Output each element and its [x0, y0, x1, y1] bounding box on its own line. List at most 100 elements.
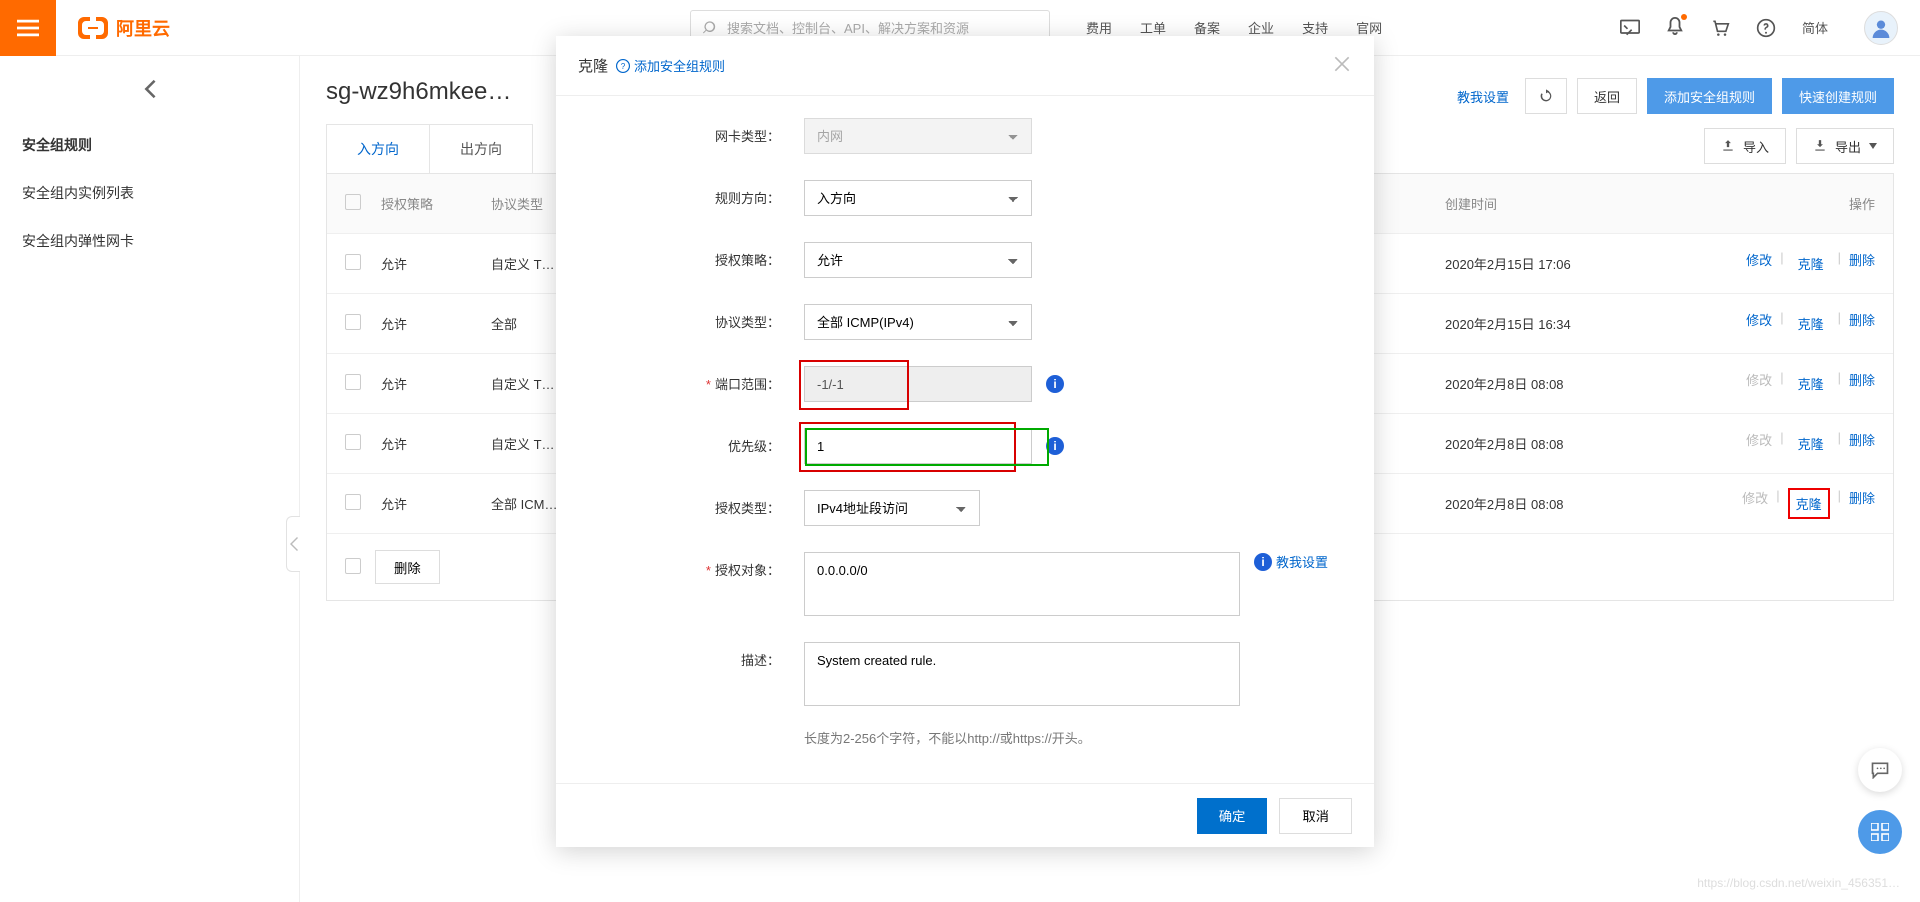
sidebar: 安全组规则 安全组内实例列表 安全组内弹性网卡	[0, 56, 300, 902]
protocol-select[interactable]: 全部 ICMP(IPv4)	[804, 304, 1032, 340]
modal-cancel-button[interactable]: 取消	[1279, 798, 1352, 834]
row-checkbox[interactable]	[345, 374, 361, 390]
refresh-icon	[1538, 88, 1554, 104]
help-icon[interactable]	[1756, 18, 1776, 38]
nav-official[interactable]: 官网	[1356, 18, 1382, 37]
port-info-icon[interactable]: i	[1046, 375, 1064, 393]
console-icon[interactable]	[1620, 19, 1640, 37]
row-modify-link: 修改	[1746, 370, 1772, 397]
col-created: 创建时间	[1445, 194, 1675, 213]
auth-object-textarea[interactable]: 0.0.0.0/0	[804, 552, 1240, 616]
quick-create-button[interactable]: 快速创建规则	[1782, 78, 1894, 114]
direction-select[interactable]: 入方向	[804, 180, 1032, 216]
row-delete-link[interactable]: 删除	[1849, 488, 1875, 519]
refresh-button[interactable]	[1525, 78, 1567, 114]
row-delete-link[interactable]: 删除	[1849, 430, 1875, 457]
import-button[interactable]: 导入	[1704, 128, 1786, 164]
auth-obj-teach-label: 教我设置	[1276, 552, 1328, 571]
col-ops-label: 操作	[1849, 194, 1875, 213]
modal-help-link[interactable]: ? 添加安全组规则	[616, 56, 725, 75]
select-all-bottom-checkbox[interactable]	[345, 558, 361, 574]
caret-down-icon	[1869, 143, 1877, 149]
row-modify-link: 修改	[1746, 430, 1772, 457]
nic-select: 内网	[804, 118, 1032, 154]
export-label: 导出	[1835, 137, 1861, 156]
row-clone-link[interactable]: 克隆	[1792, 430, 1830, 457]
row-modify-link[interactable]: 修改	[1746, 310, 1772, 337]
label-protocol: 协议类型：	[592, 304, 780, 331]
row-checkbox[interactable]	[345, 434, 361, 450]
cell-created: 2020年2月15日 17:06	[1445, 254, 1675, 273]
grid-icon	[1871, 823, 1889, 841]
priority-input[interactable]	[804, 428, 1032, 464]
auth-obj-teach-link[interactable]: i教我设置	[1254, 552, 1328, 571]
port-range-input	[804, 366, 1032, 402]
chat-icon	[1870, 761, 1890, 779]
row-clone-link[interactable]: 克隆	[1792, 310, 1830, 337]
auth-policy-select[interactable]: 允许	[804, 242, 1032, 278]
cell-auth: 允许	[381, 374, 491, 393]
nav-icp[interactable]: 备案	[1194, 18, 1220, 37]
notification-button[interactable]	[1666, 16, 1684, 39]
cell-auth: 允许	[381, 434, 491, 453]
priority-info-icon[interactable]: i	[1046, 437, 1064, 455]
modal-help-label: 添加安全组规则	[634, 56, 725, 75]
sidebar-item-eni[interactable]: 安全组内弹性网卡	[0, 217, 299, 265]
row-checkbox[interactable]	[345, 254, 361, 270]
row-clone-link[interactable]: 克隆	[1792, 370, 1830, 397]
hamburger-button[interactable]	[0, 0, 56, 56]
sidebar-collapse[interactable]	[286, 516, 300, 572]
row-checkbox[interactable]	[345, 494, 361, 510]
row-checkbox[interactable]	[345, 314, 361, 330]
search-icon	[703, 20, 719, 36]
chat-floating-button[interactable]	[1858, 748, 1902, 792]
label-priority: 优先级：	[592, 428, 780, 455]
label-auth-obj-text: 授权对象：	[715, 563, 780, 578]
select-all-checkbox[interactable]	[345, 194, 361, 210]
modal-ok-button[interactable]: 确定	[1197, 798, 1268, 834]
nav-enterprise[interactable]: 企业	[1248, 18, 1274, 37]
description-hint: 长度为2-256个字符，不能以http://或https://开头。	[804, 728, 1240, 747]
row-delete-link[interactable]: 删除	[1849, 310, 1875, 337]
cell-auth: 允许	[381, 494, 491, 513]
cart-icon[interactable]	[1710, 18, 1730, 38]
nav-ticket[interactable]: 工单	[1140, 18, 1166, 37]
row-modify-link: 修改	[1742, 488, 1768, 519]
direction-tabs: 入方向 出方向	[326, 124, 533, 173]
label-direction: 规则方向：	[592, 180, 780, 207]
watermark: https://blog.csdn.net/weixin_456351…	[1697, 876, 1900, 890]
clone-rule-modal: 克隆 ? 添加安全组规则 网卡类型： 内网 规则方向： 入方向 授权策略： 允许	[556, 36, 1374, 847]
tab-outbound[interactable]: 出方向	[430, 125, 532, 173]
label-port-text: 端口范围：	[715, 377, 780, 392]
lang-switcher[interactable]: 简体	[1802, 18, 1828, 37]
row-delete-link[interactable]: 删除	[1849, 370, 1875, 397]
brand-logo[interactable]: 阿里云	[78, 15, 170, 41]
col-auth: 授权策略	[381, 194, 491, 213]
label-desc: 描述：	[592, 642, 780, 669]
upload-icon	[1721, 139, 1735, 153]
description-textarea[interactable]: System created rule.	[804, 642, 1240, 706]
back-button[interactable]: 返回	[1577, 78, 1637, 114]
col-ops: 操作	[1675, 194, 1875, 213]
sidebar-item-rules[interactable]: 安全组规则	[0, 121, 299, 169]
user-avatar[interactable]	[1864, 11, 1898, 45]
row-clone-link[interactable]: 克隆	[1792, 250, 1830, 277]
sidebar-back[interactable]	[0, 78, 299, 103]
add-rule-button[interactable]: 添加安全组规则	[1647, 78, 1772, 114]
nav-support[interactable]: 支持	[1302, 18, 1328, 37]
nav-cost[interactable]: 费用	[1086, 18, 1112, 37]
row-clone-link[interactable]: 克隆	[1788, 488, 1830, 519]
cell-created: 2020年2月8日 08:08	[1445, 374, 1675, 393]
row-delete-link[interactable]: 删除	[1849, 250, 1875, 277]
modal-close-button[interactable]	[1332, 54, 1352, 77]
export-button[interactable]: 导出	[1796, 128, 1894, 164]
apps-floating-button[interactable]	[1858, 810, 1902, 854]
teach-me-link[interactable]: 教我设置	[1451, 78, 1515, 114]
row-modify-link[interactable]: 修改	[1746, 250, 1772, 277]
brand-text: 阿里云	[116, 15, 170, 41]
batch-delete-button[interactable]: 删除	[375, 550, 440, 584]
sidebar-item-instances[interactable]: 安全组内实例列表	[0, 169, 299, 217]
label-port: *端口范围：	[592, 366, 780, 393]
tab-inbound[interactable]: 入方向	[327, 125, 430, 173]
auth-type-select[interactable]: IPv4地址段访问	[804, 490, 980, 526]
